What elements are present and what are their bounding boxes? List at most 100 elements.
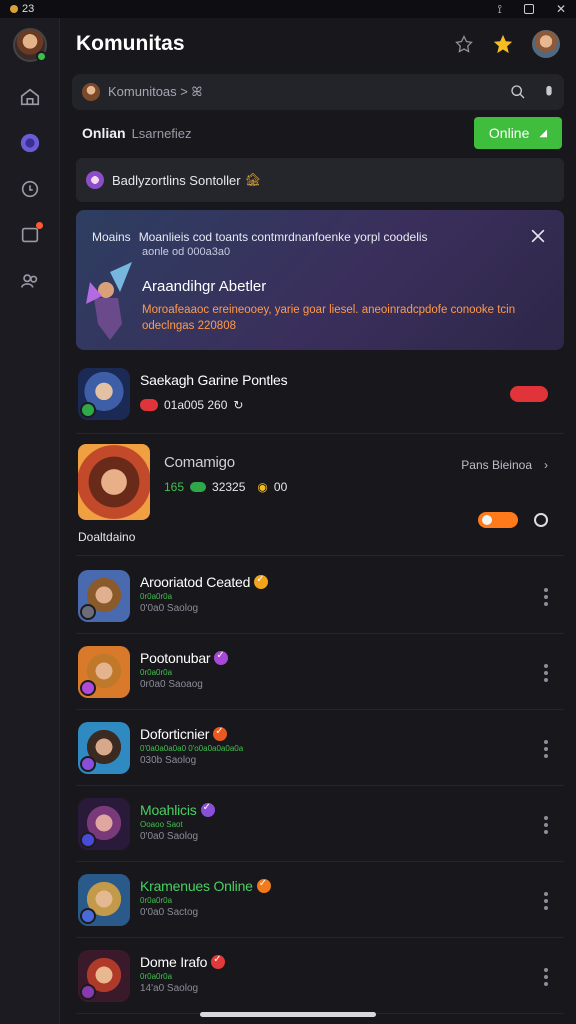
live-badge (140, 399, 158, 411)
profile-avatar[interactable] (13, 28, 47, 62)
friend-row[interactable]: Moahlicis Ooaoo Saot 0'0a0 Saolog (76, 786, 564, 862)
friend-sub2: 14'a0 Saolog (140, 983, 199, 994)
more-options-icon[interactable] (544, 892, 548, 910)
coin-icon: ◉ (257, 480, 268, 494)
notice-bar[interactable]: Badlyzortlins Sontoller 🏚 (76, 158, 564, 202)
notice-emoji: 🏚 (244, 172, 262, 187)
notification-dot (36, 222, 43, 229)
banner-description: Moroafeaaoc ereineooey, yarie goar liese… (142, 304, 516, 332)
featured-game-row[interactable]: Comamigo Pans Bieinoa › 165 32325 ◉ 00 D… (76, 436, 564, 556)
close-icon[interactable] (528, 226, 548, 246)
game-thumbnail (78, 368, 130, 420)
search-icon[interactable] (510, 84, 526, 100)
friend-avatar (78, 646, 130, 698)
friend-sub1: Ooaoo Saot (140, 820, 183, 829)
more-options-icon[interactable] (544, 968, 548, 986)
filter-sublabel: Lsarnefiez (131, 125, 192, 141)
left-rail (0, 18, 60, 1024)
friend-sub2: 030b Saolog (140, 755, 197, 766)
game-mini-icon (80, 604, 96, 620)
status-pill (190, 482, 207, 492)
more-options-icon[interactable] (544, 664, 548, 682)
friend-name-wrap: Kramenues Online (140, 878, 271, 894)
featured-meta-b: 32325 (212, 480, 246, 494)
pin-icon[interactable] (454, 34, 474, 54)
live-toggle[interactable] (510, 386, 548, 402)
online-button-label: Online (488, 125, 530, 141)
verified-badge-icon (200, 802, 215, 817)
game-mini-icon (80, 680, 96, 696)
featured-right-text: Pans Bieinoa (461, 458, 532, 472)
friend-sub2: 0'0a0 Sactog (140, 907, 199, 918)
status-bar: 23 ⟟ ✕ (0, 0, 576, 18)
game-name: Saekagh Garine Pontles (140, 372, 288, 388)
game-meta-value: 01a005 260 (164, 398, 228, 412)
hero-character-icon (86, 262, 132, 340)
banner-head-sub: aonle od 000a3a0 (142, 246, 231, 258)
chevron-right-icon: › (544, 458, 548, 472)
friend-sub2: 0'0a0 Saolog (140, 831, 199, 842)
friend-avatar (78, 798, 130, 850)
home-indicator[interactable] (200, 1012, 376, 1017)
friends-icon[interactable] (17, 268, 43, 294)
online-dropdown-button[interactable]: Online ◢ (474, 117, 562, 149)
event-banner[interactable]: Moains Moanlieis cod toants contmrdnanfo… (76, 210, 564, 350)
notice-text: Badlyzortlins Sontoller (112, 172, 241, 188)
home-icon[interactable] (17, 84, 43, 110)
more-options-icon[interactable] (544, 740, 548, 758)
friend-avatar (78, 874, 130, 926)
featured-meta-c: 00 (273, 480, 288, 494)
search-breadcrumb[interactable]: Komunitoas > ꕤ (108, 84, 202, 100)
friend-name: Kramenues Online (140, 878, 253, 894)
friend-name: Pootonubar (140, 650, 211, 666)
header-avatar[interactable] (532, 30, 560, 58)
search-tools (510, 84, 554, 100)
chat-icon[interactable] (17, 222, 43, 248)
banner-head-label: Moains (92, 230, 131, 244)
more-options-icon[interactable] (544, 816, 548, 834)
more-options-icon[interactable] (544, 588, 548, 606)
search-avatar (82, 83, 100, 101)
pin-status-icon: ⟟ (497, 2, 502, 16)
friend-row[interactable]: Kramenues Online 0r0a0r0a 0'0a0 Sactog (76, 862, 564, 938)
featured-toggle[interactable] (478, 512, 518, 528)
friend-sub1: 0r0a0r0a (140, 668, 173, 677)
system-icons: ⟟ ✕ (497, 2, 566, 16)
notice-icon (86, 171, 104, 189)
featured-game-name: Comamigo (164, 454, 235, 471)
friend-name-wrap: Doforticnier (140, 726, 228, 742)
featured-radio[interactable] (534, 513, 548, 527)
filter-row: Onlian Lsarnefiez Online ◢ (82, 116, 562, 150)
friend-name-wrap: Moahlicis (140, 802, 215, 818)
friend-row[interactable]: Pootonubar 0r0a0r0a 0r0a0 Saoaog (76, 634, 564, 710)
activity-icon[interactable] (17, 176, 43, 202)
star-icon[interactable] (492, 33, 514, 55)
chevron-down-icon: ◢ (539, 127, 548, 139)
page-title: Komunitas (76, 32, 185, 55)
featured-meta-a: 165 (164, 480, 185, 494)
window-icon[interactable] (523, 4, 534, 14)
featured-meta: 165 32325 ◉ 00 (164, 480, 287, 494)
mic-icon[interactable] (544, 85, 554, 99)
banner-head: Moains Moanlieis cod toants contmrdnanfo… (92, 230, 428, 244)
game-mini-icon (80, 402, 96, 418)
friend-name-wrap: Pootonubar (140, 650, 229, 666)
game-mini-icon (80, 984, 96, 1000)
friend-row[interactable]: Dome Irafo 0r0a0r0a 14'a0 Saolog (76, 938, 564, 1014)
game-mini-icon (80, 756, 96, 772)
friend-avatar (78, 570, 130, 622)
discord-icon[interactable] (17, 130, 43, 156)
game-row[interactable]: Saekagh Garine Pontles 01a005 260 ↻ (76, 358, 564, 434)
banner-title: Araandihgr Abetler (142, 278, 267, 295)
game-mini-icon (80, 832, 96, 848)
close-window-icon[interactable]: ✕ (556, 3, 566, 15)
refresh-icon: ↻ (233, 398, 244, 412)
filter-label: Onlian (82, 125, 126, 141)
friend-row[interactable]: Arooriatod Ceated 0r0a0r0a 0'0a0 Saolog (76, 558, 564, 634)
friend-row[interactable]: Doforticnier 0'0a0a0a0a0 0'o0a0a0a0a0a 030… (76, 710, 564, 786)
featured-right-label[interactable]: Pans Bieinoa › (461, 458, 548, 472)
status-dot-icon (10, 5, 18, 13)
search-bar[interactable]: Komunitoas > ꕤ (72, 74, 564, 110)
game-meta: 01a005 260 ↻ (140, 398, 243, 412)
verified-badge-icon (213, 726, 228, 741)
